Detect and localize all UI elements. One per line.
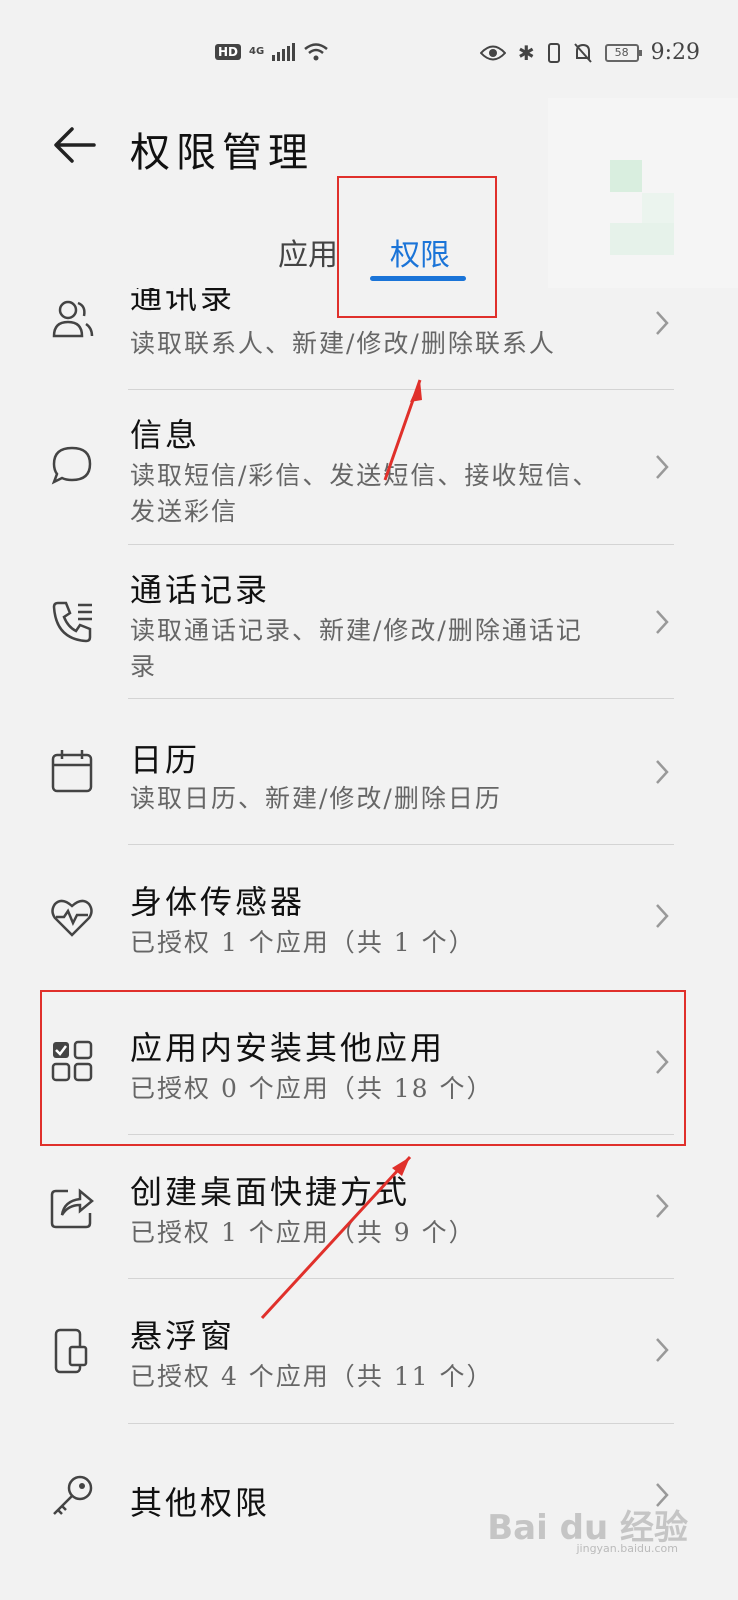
chevron-right-icon bbox=[656, 1194, 669, 1218]
heart-sensor-icon bbox=[51, 899, 93, 937]
vibrate-icon bbox=[547, 42, 560, 63]
permission-row-body-sensors[interactable]: 身体传感器 已授权 1 个应用（共 1 个） bbox=[0, 845, 738, 990]
permission-title: 通话记录 bbox=[130, 571, 271, 609]
call-log-icon bbox=[52, 601, 92, 643]
permission-row-shortcut[interactable]: 创建桌面快捷方式 已授权 1 个应用（共 9 个） bbox=[0, 1135, 738, 1280]
floating-window-icon bbox=[54, 1328, 88, 1374]
chevron-right-icon bbox=[656, 455, 669, 479]
permission-title: 创建桌面快捷方式 bbox=[130, 1173, 411, 1211]
permission-title: 身体传感器 bbox=[130, 883, 306, 921]
permission-desc-line1: 读取短信/彩信、发送短信、接收短信、 bbox=[130, 461, 600, 490]
annotation-box-permissions-tab bbox=[337, 176, 497, 318]
chevron-right-icon bbox=[656, 610, 669, 634]
chevron-right-icon bbox=[656, 311, 669, 335]
calendar-icon bbox=[51, 750, 93, 793]
hd-icon: HD bbox=[215, 44, 242, 60]
status-bar: HD 4G ✱ 58 9:29 bbox=[0, 30, 738, 74]
watermark-url: jingyan.baidu.com bbox=[576, 1542, 678, 1555]
permission-title: 通讯录 bbox=[130, 288, 236, 316]
chevron-right-icon bbox=[656, 904, 669, 928]
tab-apps[interactable]: 应用 bbox=[278, 230, 338, 274]
shortcut-icon bbox=[50, 1188, 94, 1229]
permission-row-call-log[interactable]: 通话记录 读取通话记录、新建/修改/删除通话记 录 bbox=[0, 545, 738, 699]
permission-desc: 读取联系人、新建/修改/删除联系人 bbox=[130, 329, 556, 358]
bluetooth-icon: ✱ bbox=[517, 40, 535, 65]
message-icon bbox=[51, 446, 92, 485]
permission-title: 日历 bbox=[130, 741, 201, 779]
permission-row-floating-window[interactable]: 悬浮窗 已授权 4 个应用（共 11 个） bbox=[0, 1279, 738, 1424]
permission-desc-line2: 录 bbox=[130, 652, 158, 681]
permission-title: 悬浮窗 bbox=[130, 1317, 236, 1355]
clock: 9:29 bbox=[650, 40, 700, 65]
signal-icon bbox=[272, 43, 296, 61]
permission-desc: 读取日历、新建/修改/删除日历 bbox=[130, 784, 502, 813]
permission-desc: 已授权 4 个应用（共 11 个） bbox=[130, 1362, 494, 1391]
permission-row-calendar[interactable]: 日历 读取日历、新建/修改/删除日历 bbox=[0, 699, 738, 844]
permission-title: 其他权限 bbox=[130, 1484, 271, 1522]
back-arrow-icon[interactable] bbox=[50, 120, 100, 170]
annotation-box-install-apps bbox=[40, 990, 686, 1146]
permission-desc: 已授权 1 个应用（共 1 个） bbox=[130, 928, 476, 957]
permission-desc-line1: 读取通话记录、新建/修改/删除通话记 bbox=[130, 616, 583, 645]
chevron-right-icon bbox=[656, 760, 669, 784]
network-type: 4G bbox=[249, 46, 265, 57]
permission-row-messages[interactable]: 信息 读取短信/彩信、发送短信、接收短信、 发送彩信 bbox=[0, 390, 738, 544]
mute-bell-icon bbox=[573, 42, 592, 63]
key-icon bbox=[53, 1475, 93, 1515]
permission-desc: 已授权 1 个应用（共 9 个） bbox=[130, 1218, 476, 1247]
eye-icon bbox=[479, 45, 506, 60]
wifi-icon bbox=[304, 43, 328, 61]
page-title: 权限管理 bbox=[130, 130, 314, 176]
contacts-icon bbox=[52, 300, 94, 338]
battery-indicator: 58 bbox=[604, 43, 642, 62]
permission-title: 信息 bbox=[130, 416, 201, 454]
chevron-right-icon bbox=[656, 1338, 669, 1362]
permission-desc-line2: 发送彩信 bbox=[130, 497, 239, 526]
